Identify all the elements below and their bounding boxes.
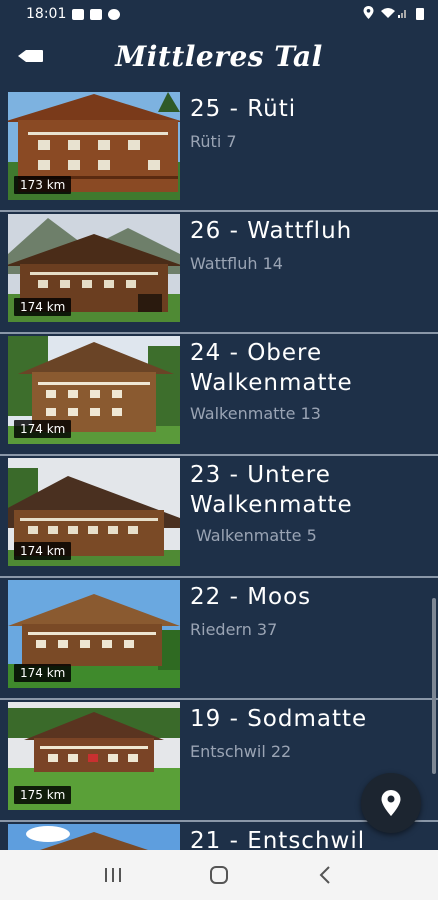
home-icon [210,866,228,884]
map-button[interactable] [361,773,421,833]
recent-apps-button[interactable] [93,855,133,895]
farm-list-item[interactable]: 173 km 25 - Rüti Rüti 7 [0,90,438,212]
farm-address: Riedern 37 [190,620,278,639]
farm-address: Wattfluh 14 [190,254,283,273]
farm-title: 24 - Obere Walkenmatte [190,340,353,396]
farm-title: 19 - Sodmatte [190,706,368,732]
farm-photo [8,824,180,850]
farm-photo: 174 km [8,458,180,566]
battery-icon [416,8,424,20]
farm-list-item[interactable]: 174 km 24 - Obere Walkenmatte Walkenmatt… [0,334,438,456]
farm-photo: 173 km [8,92,180,200]
farm-address: Walkenmatte 13 [190,404,321,423]
page-title: Mittleres Tal [115,39,323,73]
farm-title: 25 - Rüti [190,96,297,122]
farm-title: 22 - Moos [190,584,312,610]
message-icon [90,8,103,20]
map-pin-icon [381,790,401,816]
back-button[interactable] [16,48,44,64]
distance-badge: 175 km [14,786,72,804]
app-bar: Mittleres Tal [0,28,438,84]
back-nav-button[interactable] [305,855,345,895]
farm-address: Walkenmatte 5 [196,526,317,545]
farm-list-item[interactable]: 174 km 22 - Moos Riedern 37 [0,578,438,700]
distance-badge: 174 km [14,542,72,560]
system-navigation-bar [0,850,438,900]
farm-photo: 175 km [8,702,180,810]
farm-list-item[interactable]: 174 km 26 - Wattfluh Wattfluh 14 [0,212,438,334]
farm-list[interactable]: 173 km 25 - Rüti Rüti 7 174 km 26 - Watt… [0,90,438,850]
status-bar: 18:01 [0,0,438,28]
farm-photo: 174 km [8,214,180,322]
status-time: 18:01 [26,6,67,22]
farm-photo: 174 km [8,336,180,444]
farm-address: Rüti 7 [190,132,237,151]
chevron-left-icon [319,866,330,884]
distance-badge: 173 km [14,176,72,194]
farm-title: 26 - Wattfluh [190,218,353,244]
distance-badge: 174 km [14,298,72,316]
app-notification-icon [108,8,121,20]
home-button[interactable] [199,855,239,895]
farm-title: 23 - Untere Walkenmatte [190,462,353,518]
location-icon [363,5,374,23]
back-arrow-icon [18,50,43,62]
farm-list-item[interactable]: 174 km 23 - Untere Walkenmatte Walkenmat… [0,456,438,578]
distance-badge: 174 km [14,664,72,682]
recent-apps-icon [105,868,121,882]
distance-badge: 174 km [14,420,72,438]
wifi-signal-icon [380,7,410,22]
scrollbar[interactable] [432,598,436,774]
gallery-icon [72,8,85,20]
farm-photo: 174 km [8,580,180,688]
farm-address: Entschwil 22 [190,742,292,761]
